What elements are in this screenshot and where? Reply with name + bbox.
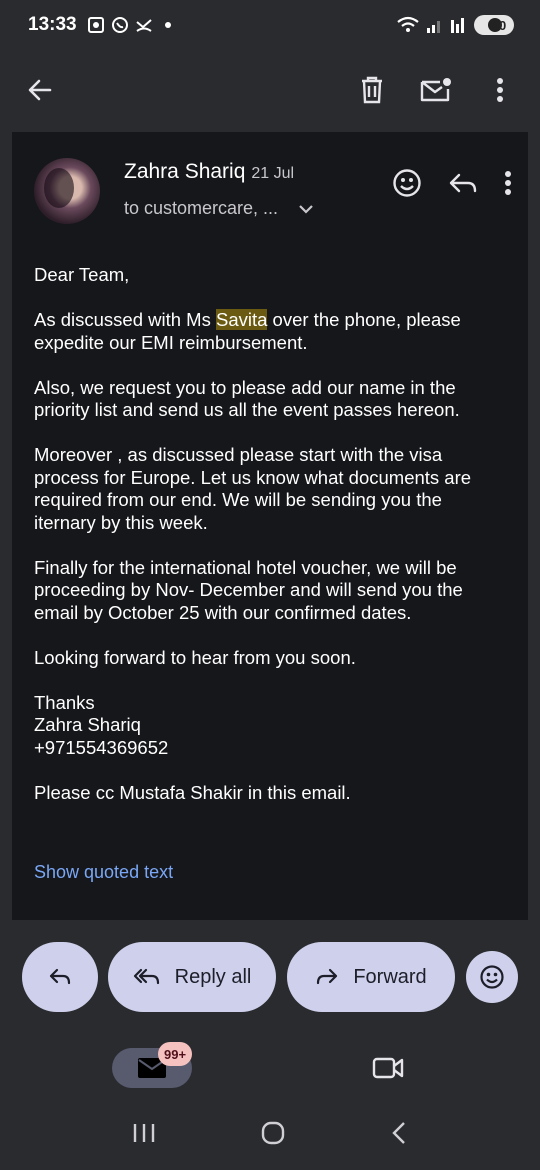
wifi-icon — [397, 16, 419, 32]
recipient-row[interactable]: to customercare, ... — [124, 198, 314, 219]
back-chevron-icon — [392, 1121, 405, 1144]
reply-all-label: Reply all — [174, 965, 252, 988]
mark-unread-button[interactable] — [414, 68, 458, 112]
system-status: 60 — [396, 15, 514, 35]
paragraph-6: Please cc Mustafa Shakir in this email. — [34, 781, 351, 803]
sender-avatar[interactable] — [34, 158, 100, 224]
emoji-icon — [393, 169, 421, 197]
show-quoted-text-link[interactable]: Show quoted text — [34, 862, 173, 883]
more-notifications-dot — [164, 22, 171, 28]
status-bar: 13:33 60 — [0, 0, 540, 50]
top-app-bar — [0, 50, 540, 130]
paragraph-1-start: As discussed with Ms — [34, 309, 216, 330]
more-vert-icon — [505, 171, 511, 195]
video-camera-icon — [372, 1057, 404, 1079]
recipient-text: to customercare, ... — [124, 198, 279, 218]
emoji-reaction-button[interactable] — [466, 951, 518, 1003]
delete-button[interactable] — [350, 68, 394, 112]
paragraph-2: Also, we request you to please add our n… — [34, 376, 460, 421]
paragraph-4: Finally for the international hotel vouc… — [34, 556, 463, 623]
signature: Thanks Zahra Shariq +971554369652 — [34, 692, 504, 760]
recent-apps-icon — [133, 1123, 155, 1142]
meet-tab[interactable] — [366, 1050, 410, 1086]
message-date: 21 Jul — [251, 165, 295, 182]
mark-unread-icon — [420, 78, 451, 102]
signal-2-icon — [451, 18, 464, 33]
battery-indicator: 60 — [474, 15, 514, 35]
reply-button-header[interactable] — [448, 171, 478, 200]
back-nav-button[interactable] — [390, 1120, 408, 1151]
whatsapp-icon — [111, 17, 128, 33]
back-button[interactable] — [18, 68, 62, 112]
recent-apps-button[interactable] — [132, 1122, 156, 1149]
signature-phone[interactable]: +971554369652 — [34, 737, 168, 758]
message-more-button[interactable] — [504, 170, 512, 201]
paragraph-1: As discussed with Ms Savita over the pho… — [34, 309, 504, 354]
screenshot-icon — [87, 17, 104, 33]
reply-actions: Reply all Forward — [0, 942, 540, 1014]
reply-all-icon — [133, 968, 159, 985]
battery-level: 60 — [491, 17, 507, 33]
add-reaction-button[interactable] — [392, 168, 422, 203]
more-options-button[interactable] — [478, 68, 522, 112]
sender-header: Zahra Shariq 21 Jul — [124, 160, 294, 184]
system-navigation — [0, 1100, 540, 1170]
more-vert-icon — [497, 78, 503, 102]
back-arrow-icon — [28, 79, 52, 101]
message-body: Dear Team, As discussed with Ms Savita o… — [34, 264, 504, 827]
signal-icon — [427, 21, 440, 33]
paragraph-5: Looking forward to hear from you soon. — [34, 646, 356, 668]
chevron-down-icon — [299, 204, 313, 214]
emoji-icon — [480, 965, 504, 989]
signature-name: Zahra Shariq — [34, 714, 141, 735]
reply-icon — [49, 968, 71, 985]
home-icon — [261, 1121, 285, 1144]
home-button[interactable] — [260, 1120, 286, 1151]
missed-call-icon — [135, 19, 152, 32]
forward-button[interactable]: Forward — [287, 942, 455, 1012]
delete-icon — [362, 76, 382, 104]
bottom-navigation: 99+ — [0, 1036, 540, 1100]
forward-icon — [317, 968, 338, 985]
signature-thanks: Thanks — [34, 691, 95, 713]
reply-button[interactable] — [22, 942, 98, 1012]
message-actions — [392, 168, 512, 203]
greeting: Dear Team, — [34, 264, 130, 285]
highlighted-name: Savita — [215, 309, 268, 330]
paragraph-3: Moreover , as discussed please start wit… — [34, 444, 472, 533]
forward-label: Forward — [353, 965, 427, 988]
notification-icons — [87, 16, 171, 34]
reply-icon — [449, 173, 477, 193]
sender-name: Zahra Shariq — [124, 160, 246, 183]
unread-count-badge: 99+ — [158, 1042, 193, 1066]
status-time: 13:33 — [28, 14, 77, 35]
message-card: Zahra Shariq 21 Jul to customercare, ... … — [12, 132, 528, 920]
reply-all-button[interactable]: Reply all — [108, 942, 276, 1012]
